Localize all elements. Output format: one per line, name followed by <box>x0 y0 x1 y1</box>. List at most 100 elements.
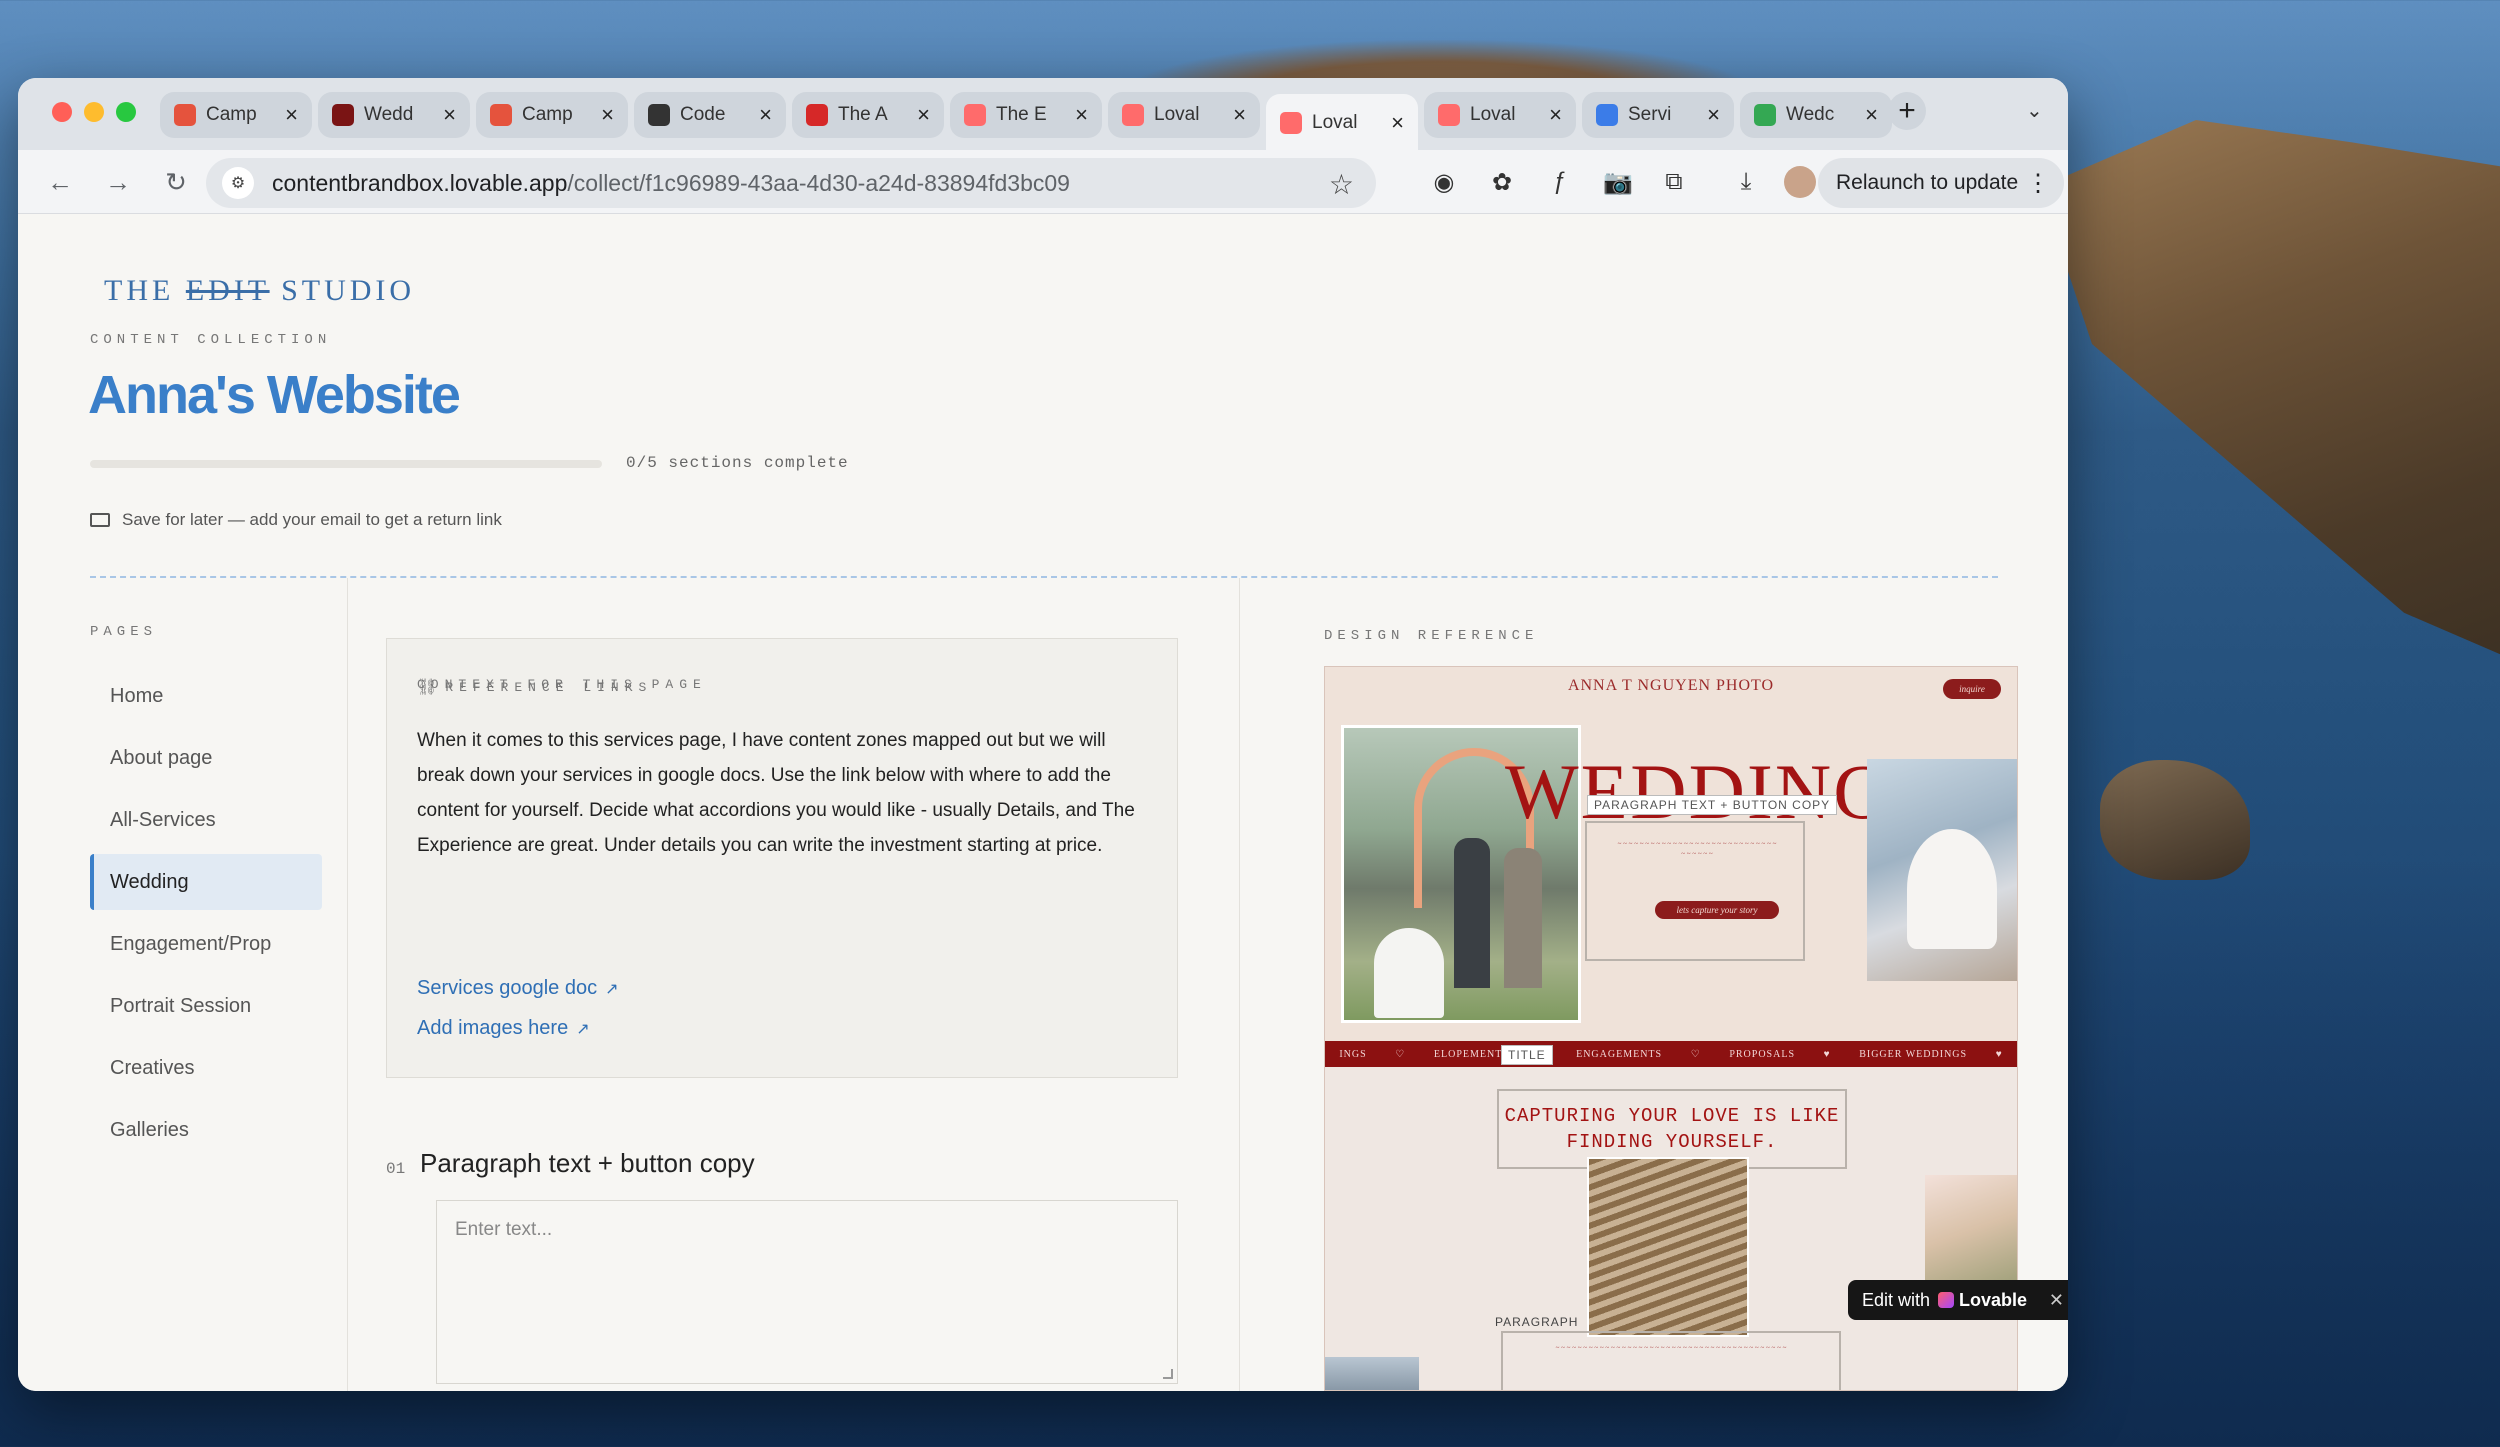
tab-close-icon[interactable]: × <box>1075 102 1088 128</box>
browser-tab[interactable]: Camp × <box>160 92 312 138</box>
mockup-band-item: PROPOSALS <box>1729 1048 1796 1060</box>
more-menu-icon[interactable]: ⋮ <box>2026 169 2050 198</box>
pages-sidebar: PAGES Home About page All-Services Wedding E… <box>18 578 348 1391</box>
tab-close-icon[interactable]: × <box>285 102 298 128</box>
mockup-band-item: BIGGER WEDDINGS <box>1859 1048 1968 1060</box>
mockup-band-item: ENGAGEMENTS <box>1576 1048 1663 1060</box>
tab-close-icon[interactable]: × <box>1865 102 1878 128</box>
google-drive-icon <box>1754 104 1776 126</box>
tab-strip: Camp × Wedd × Camp × Code × The A × The E × Loval × Lo… <box>160 86 1892 152</box>
sparkle-icon <box>174 104 196 126</box>
pages-nav-list: Home About page All-Services Wedding Engagem… <box>90 668 322 1164</box>
tab-title: The A <box>838 104 888 125</box>
sidebar-item-all-services[interactable]: All-Services <box>90 792 322 848</box>
address-bar[interactable]: ⚙ contentbrandbox.lovable.app/collect/f1… <box>206 158 1376 208</box>
mockup-figure <box>1374 928 1444 1018</box>
close-badge-icon[interactable]: ✕ <box>2049 1290 2064 1311</box>
browser-tab[interactable]: Servi × <box>1582 92 1734 138</box>
mockup-cta-button: lets capture your story <box>1655 901 1779 919</box>
color-picker-extension-icon[interactable]: ✿ <box>1486 166 1518 198</box>
tab-title: Loval <box>1470 104 1516 125</box>
page-content: THE EDIT STUDIO CONTENT COLLECTION Anna'… <box>18 214 2068 1391</box>
browser-tab[interactable]: Loval × <box>1424 92 1576 138</box>
browser-tab[interactable]: The A × <box>792 92 944 138</box>
mockup-paragraph-lines: ~ ~ ~ ~ ~ ~ ~ ~ ~ ~ ~ ~ ~ ~ ~ ~ ~ ~ ~ ~ … <box>1617 840 1777 858</box>
tab-title: Servi <box>1628 104 1672 125</box>
browser-tab[interactable]: Wedd × <box>318 92 470 138</box>
mockup-band-item: ♥ <box>1823 1048 1831 1060</box>
tab-title: Camp <box>522 104 573 125</box>
design-reference-column: DESIGN REFERENCE ANNA T NGUYEN PHOTO inq… <box>1240 578 2068 1391</box>
resize-handle-icon[interactable] <box>1163 1369 1173 1379</box>
paragraph-text-input[interactable]: Enter text... <box>436 1200 1178 1384</box>
mockup-tag-title: TITLE <box>1501 1045 1553 1065</box>
tab-close-icon[interactable]: × <box>759 102 772 128</box>
services-doc-link[interactable]: Services google doc ↗ <box>417 977 619 1000</box>
tab-close-icon[interactable]: × <box>1233 102 1246 128</box>
tab-search-chevron-icon[interactable]: ⌄ <box>2026 98 2043 123</box>
browser-tab[interactable]: Code × <box>634 92 786 138</box>
extensions-puzzle-icon[interactable]: ⧉ <box>1658 166 1690 198</box>
sidebar-item-about-page[interactable]: About page <box>90 730 322 786</box>
sidebar-item-portrait-session[interactable]: Portrait Session <box>90 978 322 1034</box>
tab-close-icon[interactable]: × <box>1549 102 1562 128</box>
desktop-cliff <box>2040 120 2500 680</box>
google-docs-icon <box>1596 104 1618 126</box>
save-for-later-link[interactable]: Save for later — add your email to get a… <box>90 510 502 530</box>
sidebar-item-wedding[interactable]: Wedding <box>90 854 322 910</box>
tab-title: Loval <box>1312 112 1358 133</box>
mockup-figure <box>1504 848 1542 988</box>
tab-title: Wedc <box>1786 104 1835 125</box>
browser-tab[interactable]: The E × <box>950 92 1102 138</box>
new-tab-button[interactable]: + <box>1888 92 1926 130</box>
progress-text: 0/5 sections complete <box>626 454 849 472</box>
tab-title: Loval <box>1154 104 1200 125</box>
tab-title: The E <box>996 104 1047 125</box>
download-icon[interactable]: ⤓ <box>1730 166 1762 198</box>
url-text[interactable]: contentbrandbox.lovable.app/collect/f1c9… <box>272 170 1070 197</box>
sidebar-item-home[interactable]: Home <box>90 668 322 724</box>
reload-icon[interactable]: ↻ <box>158 164 194 200</box>
tab-close-icon[interactable]: × <box>443 102 456 128</box>
add-images-link[interactable]: Add images here ↗ <box>417 1017 590 1040</box>
gear-icon <box>648 104 670 126</box>
back-arrow-icon[interactable]: ← <box>42 164 78 200</box>
mockup-stairs-photo <box>1587 1157 1749 1337</box>
link-chain-icon: ⛓ <box>417 679 438 697</box>
lovable-heart-icon <box>1122 104 1144 126</box>
site-settings-icon[interactable]: ⚙ <box>222 167 254 199</box>
mockup-band-item: ELOPEMENTS <box>1433 1048 1509 1060</box>
sidebar-item-creatives[interactable]: Creatives <box>90 1040 322 1096</box>
browser-tab[interactable]: Loval × <box>1266 94 1418 152</box>
page-title: Anna's Website <box>88 365 461 425</box>
browser-tab[interactable]: Camp × <box>476 92 628 138</box>
lovable-heart-icon <box>1438 104 1460 126</box>
mockup-figure <box>1454 838 1490 988</box>
tab-close-icon[interactable]: × <box>917 102 930 128</box>
bookmark-star-icon[interactable]: ☆ <box>1329 168 1354 201</box>
profile-avatar[interactable] <box>1784 166 1816 198</box>
lovable-heart-icon <box>1280 112 1302 134</box>
mockup-band-item: ♥ <box>1995 1048 2003 1060</box>
tab-close-icon[interactable]: × <box>1707 102 1720 128</box>
font-extension-icon[interactable]: ƒ <box>1544 166 1576 198</box>
forward-arrow-icon[interactable]: → <box>100 164 136 200</box>
mockup-services-band: INGS♡ELOPEMENTS♡ENGAGEMENTS♡PROPOSALS♥BI… <box>1325 1041 2017 1067</box>
tab-close-icon[interactable]: × <box>601 102 614 128</box>
maximize-window-button[interactable] <box>116 102 136 122</box>
browser-tab[interactable]: Loval × <box>1108 92 1260 138</box>
tab-close-icon[interactable]: × <box>1391 110 1404 136</box>
sidebar-item-engagement-prop[interactable]: Engagement/Prop <box>90 916 322 972</box>
mockup-brand: ANNA T NGUYEN PHOTO <box>1567 677 1775 694</box>
mockup-tag-paragraph-button: PARAGRAPH TEXT + BUTTON COPY <box>1587 795 1838 815</box>
sidebar-item-galleries[interactable]: Galleries <box>90 1102 322 1158</box>
screenshot-camera-icon[interactable]: 📷 <box>1602 166 1634 198</box>
edit-with-lovable-badge[interactable]: Edit with Lovable ✕ <box>1848 1280 2068 1320</box>
relaunch-button[interactable]: Relaunch to update ⋮ <box>1818 158 2064 208</box>
minimize-window-button[interactable] <box>84 102 104 122</box>
mockup-florals-photo <box>1925 1175 2017 1285</box>
external-link-icon: ↗ <box>576 1021 590 1038</box>
browser-tab[interactable]: Wedc × <box>1740 92 1892 138</box>
close-window-button[interactable] <box>52 102 72 122</box>
screen-recorder-extension-icon[interactable]: ◉ <box>1428 166 1460 198</box>
